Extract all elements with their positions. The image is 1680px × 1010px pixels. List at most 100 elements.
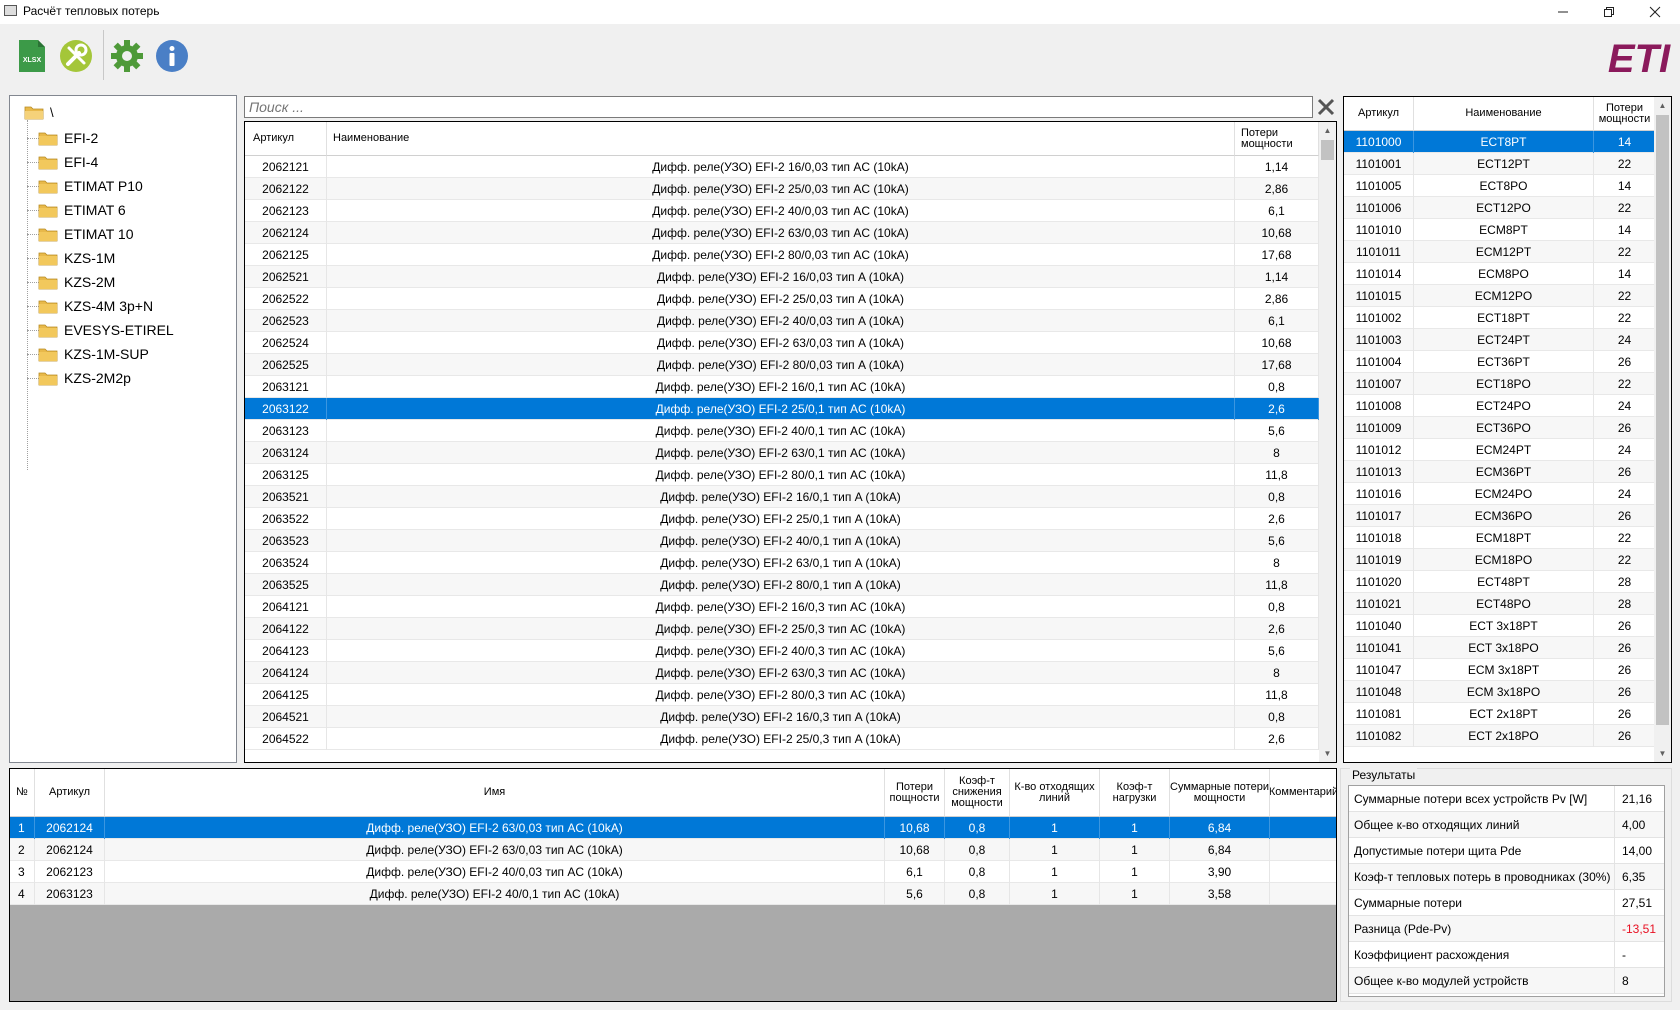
products-row[interactable]: 2063523 Дифф. реле(УЗО) EFI-2 40/0,1 тип … xyxy=(245,530,1319,552)
fixtures-row[interactable]: 1101017 ECM36PO 26 xyxy=(1344,505,1656,527)
tree-item-evesys-etirel[interactable]: EVESYS-ETIREL xyxy=(38,318,174,342)
products-row[interactable]: 2062522 Дифф. реле(УЗО) EFI-2 25/0,03 тип… xyxy=(245,288,1319,310)
fixtures-row[interactable]: 1101082 ECT 2x18PO 26 xyxy=(1344,725,1656,747)
fixtures-grid[interactable]: Артикул Наименование Потери мощности 110100… xyxy=(1343,96,1672,763)
fixtures-row[interactable]: 1101018 ECM18PT 22 xyxy=(1344,527,1656,549)
tree-item-efi-4[interactable]: EFI-4 xyxy=(38,150,98,174)
products-header-2[interactable]: Потери мощности xyxy=(1235,122,1319,156)
scroll-thumb[interactable] xyxy=(1656,115,1669,725)
category-tree[interactable]: \ EFI-2 EFI-4 ETIMAT P10 ETIMAT 6 ETIMAT 10 K… xyxy=(9,95,237,763)
selection-header-6[interactable]: Коэф-т нагрузки xyxy=(1100,769,1170,817)
products-row[interactable]: 2064125 Дифф. реле(УЗО) EFI-2 80/0,3 тип … xyxy=(245,684,1319,706)
products-row[interactable]: 2063522 Дифф. реле(УЗО) EFI-2 25/0,1 тип … xyxy=(245,508,1319,530)
products-row[interactable]: 2064123 Дифф. реле(УЗО) EFI-2 40/0,3 тип … xyxy=(245,640,1319,662)
fixtures-header-0[interactable]: Артикул xyxy=(1344,97,1414,131)
products-row[interactable]: 2062122 Дифф. реле(УЗО) EFI-2 25/0,03 тип… xyxy=(245,178,1319,200)
selection-header-8[interactable]: Комментарий xyxy=(1270,769,1336,817)
products-row[interactable]: 2062524 Дифф. реле(УЗО) EFI-2 63/0,03 тип… xyxy=(245,332,1319,354)
products-row[interactable]: 2063122 Дифф. реле(УЗО) EFI-2 25/0,1 тип … xyxy=(245,398,1319,420)
fixtures-row[interactable]: 1101008 ECT24PO 24 xyxy=(1344,395,1656,417)
tree-item-kzs-1m[interactable]: KZS-1M xyxy=(38,246,115,270)
scroll-down-icon[interactable]: ▼ xyxy=(1319,745,1336,762)
selection-header-0[interactable]: № xyxy=(10,769,35,817)
products-row[interactable]: 2064522 Дифф. реле(УЗО) EFI-2 25/0,3 тип … xyxy=(245,728,1319,750)
selection-header-2[interactable]: Имя xyxy=(105,769,885,817)
tree-item-etimat-6[interactable]: ETIMAT 6 xyxy=(38,198,126,222)
fixtures-scrollbar[interactable]: ▲ ▼ xyxy=(1654,97,1671,762)
products-row[interactable]: 2063524 Дифф. реле(УЗО) EFI-2 63/0,1 тип … xyxy=(245,552,1319,574)
tree-item-kzs-4m-3p-n[interactable]: KZS-4M 3p+N xyxy=(38,294,153,318)
fixtures-row[interactable]: 1101016 ECM24PO 24 xyxy=(1344,483,1656,505)
fixtures-row[interactable]: 1101015 ECM12PO 22 xyxy=(1344,285,1656,307)
fixtures-row[interactable]: 1101081 ECT 2x18PT 26 xyxy=(1344,703,1656,725)
products-row[interactable]: 2064121 Дифф. реле(УЗО) EFI-2 16/0,3 тип … xyxy=(245,596,1319,618)
selection-row[interactable]: 1 2062124 Дифф. реле(УЗО) EFI-2 63/0,03 ти… xyxy=(10,817,1336,839)
products-row[interactable]: 2063525 Дифф. реле(УЗО) EFI-2 80/0,1 тип … xyxy=(245,574,1319,596)
scroll-up-icon[interactable]: ▲ xyxy=(1654,97,1671,114)
products-row[interactable]: 2062124 Дифф. реле(УЗО) EFI-2 63/0,03 тип… xyxy=(245,222,1319,244)
products-header-1[interactable]: Наименование xyxy=(327,122,1235,156)
fixtures-row[interactable]: 1101006 ECT12PO 22 xyxy=(1344,197,1656,219)
fixtures-row[interactable]: 1101047 ECM 3x18PT 26 xyxy=(1344,659,1656,681)
products-grid[interactable]: Артикул Наименование Потери мощности 206212… xyxy=(244,121,1337,763)
export-xlsx-button[interactable]: XLSX xyxy=(14,38,50,74)
products-row[interactable]: 2064521 Дифф. реле(УЗО) EFI-2 16/0,3 тип … xyxy=(245,706,1319,728)
fixtures-row[interactable]: 1101040 ECT 3x18PT 26 xyxy=(1344,615,1656,637)
products-row[interactable]: 2064122 Дифф. реле(УЗО) EFI-2 25/0,3 тип … xyxy=(245,618,1319,640)
fixtures-row[interactable]: 1101014 ECM8PO 14 xyxy=(1344,263,1656,285)
tree-item-kzs-1m-sup[interactable]: KZS-1M-SUP xyxy=(38,342,149,366)
fixtures-header-1[interactable]: Наименование xyxy=(1414,97,1594,131)
selection-row[interactable]: 2 2062124 Дифф. реле(УЗО) EFI-2 63/0,03 ти… xyxy=(10,839,1336,861)
products-row[interactable]: 2062525 Дифф. реле(УЗО) EFI-2 80/0,03 тип… xyxy=(245,354,1319,376)
products-row[interactable]: 2063125 Дифф. реле(УЗО) EFI-2 80/0,1 тип … xyxy=(245,464,1319,486)
products-row[interactable]: 2063124 Дифф. реле(УЗО) EFI-2 63/0,1 тип … xyxy=(245,442,1319,464)
tree-item-etimat-p10[interactable]: ETIMAT P10 xyxy=(38,174,143,198)
fixtures-row[interactable]: 1101000 ECT8PT 14 xyxy=(1344,131,1656,153)
fixtures-row[interactable]: 1101041 ECT 3x18PO 26 xyxy=(1344,637,1656,659)
selection-header-3[interactable]: Потери пощности xyxy=(885,769,945,817)
fixtures-row[interactable]: 1101012 ECM24PT 24 xyxy=(1344,439,1656,461)
fixtures-row[interactable]: 1101002 ECT18PT 22 xyxy=(1344,307,1656,329)
fixtures-row[interactable]: 1101013 ECM36PT 26 xyxy=(1344,461,1656,483)
selection-row[interactable]: 3 2062123 Дифф. реле(УЗО) EFI-2 40/0,03 ти… xyxy=(10,861,1336,883)
products-row[interactable]: 2063121 Дифф. реле(УЗО) EFI-2 16/0,1 тип … xyxy=(245,376,1319,398)
tree-item-kzs-2m2p[interactable]: KZS-2M2p xyxy=(38,366,131,390)
fixtures-row[interactable]: 1101003 ECT24PT 24 xyxy=(1344,329,1656,351)
close-button[interactable] xyxy=(1632,0,1678,24)
products-row[interactable]: 2062125 Дифф. реле(УЗО) EFI-2 80/0,03 тип… xyxy=(245,244,1319,266)
selection-grid[interactable]: № Артикул Имя Потери пощности Коэф-т снижени… xyxy=(9,768,1337,1002)
fixtures-row[interactable]: 1101020 ECT48PT 28 xyxy=(1344,571,1656,593)
products-scrollbar[interactable]: ▲ ▼ xyxy=(1319,122,1336,762)
tree-item-efi-2[interactable]: EFI-2 xyxy=(38,126,98,150)
products-row[interactable]: 2062123 Дифф. реле(УЗО) EFI-2 40/0,03 тип… xyxy=(245,200,1319,222)
fixtures-header-2[interactable]: Потери мощности xyxy=(1594,97,1656,131)
search-input[interactable] xyxy=(244,96,1313,118)
selection-header-4[interactable]: Коэф-т снижения мощности xyxy=(945,769,1010,817)
fixtures-row[interactable]: 1101009 ECT36PO 26 xyxy=(1344,417,1656,439)
fixtures-row[interactable]: 1101004 ECT36PT 26 xyxy=(1344,351,1656,373)
products-row[interactable]: 2062523 Дифф. реле(УЗО) EFI-2 40/0,03 тип… xyxy=(245,310,1319,332)
fixtures-row[interactable]: 1101021 ECT48PO 28 xyxy=(1344,593,1656,615)
restore-button[interactable] xyxy=(1586,0,1632,24)
selection-header-5[interactable]: К-во отходящих линий xyxy=(1010,769,1100,817)
info-button[interactable] xyxy=(154,38,190,74)
scroll-thumb[interactable] xyxy=(1321,140,1334,160)
fixtures-row[interactable]: 1101007 ECT18PO 22 xyxy=(1344,373,1656,395)
selection-row[interactable]: 4 2063123 Дифф. реле(УЗО) EFI-2 40/0,1 тип… xyxy=(10,883,1336,905)
products-header-0[interactable]: Артикул xyxy=(245,122,327,156)
search-clear-button[interactable] xyxy=(1315,96,1337,118)
scroll-down-icon[interactable]: ▼ xyxy=(1654,745,1671,762)
products-row[interactable]: 2062521 Дифф. реле(УЗО) EFI-2 16/0,03 тип… xyxy=(245,266,1319,288)
selection-header-7[interactable]: Суммарные потери мощности xyxy=(1170,769,1270,817)
selection-header-1[interactable]: Артикул xyxy=(35,769,105,817)
fixtures-row[interactable]: 1101048 ECM 3x18PO 26 xyxy=(1344,681,1656,703)
tools-button[interactable] xyxy=(58,38,94,74)
settings-button[interactable] xyxy=(109,38,145,74)
tree-item-etimat-10[interactable]: ETIMAT 10 xyxy=(38,222,134,246)
tree-item-kzs-2m[interactable]: KZS-2M xyxy=(38,270,115,294)
fixtures-row[interactable]: 1101019 ECM18PO 22 xyxy=(1344,549,1656,571)
minimize-button[interactable] xyxy=(1540,0,1586,24)
fixtures-row[interactable]: 1101005 ECT8PO 14 xyxy=(1344,175,1656,197)
products-row[interactable]: 2063521 Дифф. реле(УЗО) EFI-2 16/0,1 тип … xyxy=(245,486,1319,508)
scroll-up-icon[interactable]: ▲ xyxy=(1319,122,1336,139)
